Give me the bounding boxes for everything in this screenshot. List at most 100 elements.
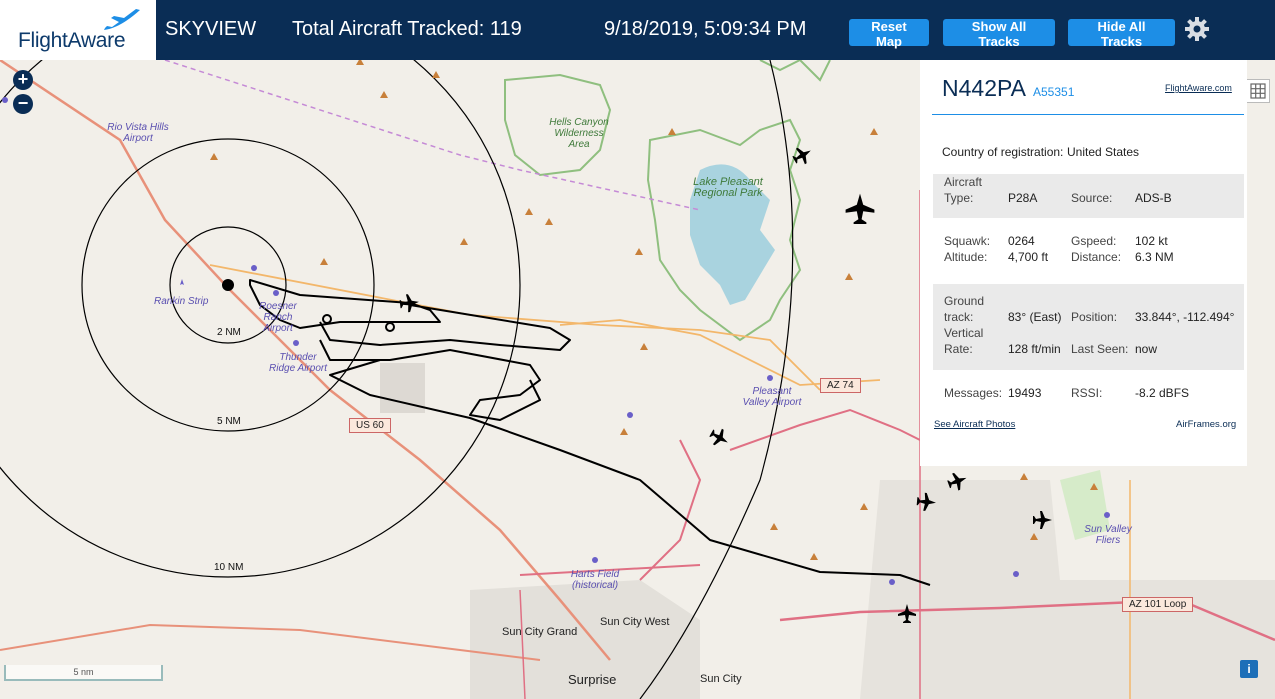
selected-aircraft-icon [399,294,419,313]
label-thunder-ridge: Thunder Ridge Airport [269,352,327,374]
map-scale-bar: 5 nm [4,665,163,681]
peak-icon [770,523,778,530]
airport-icon [767,375,773,381]
label-harts-field: Harts Field (historical) [570,569,620,591]
peak-icon [210,153,218,160]
last-seen-label: Last Seen: [1071,342,1129,356]
airport-icon [293,340,299,346]
label-roesner-ranch: Roesner Ranch Airport [259,301,297,334]
ring-label-10nm: 10 NM [214,562,244,573]
source-label: Source: [1071,191,1113,205]
peak-icon [525,208,533,215]
town-sun-city: Sun City [700,673,742,685]
airport-icon [1013,571,1019,577]
airport-icon [592,557,598,563]
track-loop [385,322,395,332]
gspeed-value: 102 kt [1135,234,1168,248]
last-seen-value: now [1135,342,1158,356]
gear-icon[interactable] [1184,16,1210,42]
ground-track-label: Ground track: [944,294,985,324]
town-surprise: Surprise [568,672,617,687]
map-info-button[interactable]: i [1240,660,1258,678]
country-value: United States [1067,145,1140,159]
shield-us-60: US 60 [349,418,391,433]
rssi-label: RSSI: [1071,386,1103,400]
source-value: ADS-B [1135,191,1172,205]
town-sun-city-grand: Sun City Grand [502,626,578,638]
road-135 [729,408,921,451]
road-125 [639,439,702,581]
airport-icon [627,412,633,418]
grid-toggle-button[interactable] [1246,79,1270,103]
peak-icon [668,128,676,135]
gspeed-label: Gspeed: [1071,234,1117,248]
airport-icon [177,279,187,285]
peak-icon [356,60,364,65]
label-lake-pleasant: Lake Pleasant Regional Park [693,176,763,199]
peak-icon [810,553,818,560]
vertical-rate-value: 128 ft/min [1008,342,1061,356]
town-sun-city-west: Sun City West [600,616,670,628]
label-rankin-strip: Rankin Strip [154,296,209,307]
reset-map-button[interactable]: Reset Map [849,19,929,49]
country-label: Country of registration: [942,145,1064,159]
shield-az-74: AZ 74 [820,378,861,393]
flightaware-logo[interactable]: FlightAware [0,0,156,60]
peak-icon [620,428,628,435]
panel-divider [932,114,1244,115]
aircraft-photos-link[interactable]: See Aircraft Photos [934,419,1015,430]
top-bar: FlightAware SKYVIEW Total Aircraft Track… [0,0,1275,60]
aircraft-icon [792,147,811,165]
altitude-value: 4,700 ft [1008,250,1049,264]
peak-icon [460,238,468,245]
zoom-out-button[interactable]: − [13,94,33,114]
peak-icon [870,128,878,135]
peak-icon [1020,473,1028,480]
messages-label: Messages: [944,386,1003,400]
aircraft-type-value: P28A [1008,191,1038,205]
messages-value: 19493 [1008,386,1042,400]
shield-az-101: AZ 101 Loop [1122,597,1194,612]
aircraft-type-label: Aircraft Type: [944,175,983,205]
squawk-label: Squawk: [944,234,991,248]
peak-icon [635,248,643,255]
altitude-label: Altitude: [944,250,988,264]
vertical-rate-label: Vertical Rate: [944,326,984,356]
aircraft-hex: A55351 [1033,85,1075,99]
ring-label-5nm: 5 NM [217,416,241,427]
receiver-location [222,279,234,291]
label-pleasant-valley: Pleasant Valley Airport [742,386,802,408]
aircraft-registration: N442PA [942,75,1026,101]
total-tracked: Total Aircraft Tracked: 119 [292,18,522,40]
peak-icon [545,218,553,225]
grid-icon [1250,83,1266,99]
hide-all-tracks-button[interactable]: Hide All Tracks [1068,19,1175,49]
squawk-value: 0264 [1008,234,1035,248]
zoom-in-button[interactable]: + [13,70,33,90]
label-hells-canyon: Hells Canyon Wilderness Area [549,117,609,150]
distance-value: 6.3 NM [1135,250,1174,264]
app-name: SKYVIEW [165,18,257,40]
peak-icon [845,273,853,280]
show-all-tracks-button[interactable]: Show All Tracks [943,19,1055,49]
label-rio-vista: Rio Vista Hills Airport [107,122,169,144]
peak-icon [432,71,440,78]
road-az74 [559,319,881,386]
peak-icon [860,503,868,510]
label-sun-valley-fliers: Sun Valley Fliers [1084,524,1132,546]
airport-icon [2,97,8,103]
urban-area-east [860,480,1275,699]
peak-icon [380,91,388,98]
ground-track-value: 83° (East) [1008,310,1062,324]
peak-icon [640,343,648,350]
ring-label-2nm: 2 NM [217,327,241,338]
airport-icon [889,579,895,585]
datetime: 9/18/2019, 5:09:34 PM [604,18,807,40]
peak-icon [320,258,328,265]
distance-label: Distance: [1071,250,1122,264]
airframes-link[interactable]: AirFrames.org [1176,419,1236,430]
airport-icon [251,265,257,271]
position-value: 33.844°, -112.494° [1135,310,1235,324]
dashed-boundary [164,60,701,211]
flightaware-link[interactable]: FlightAware.com [1165,83,1232,93]
